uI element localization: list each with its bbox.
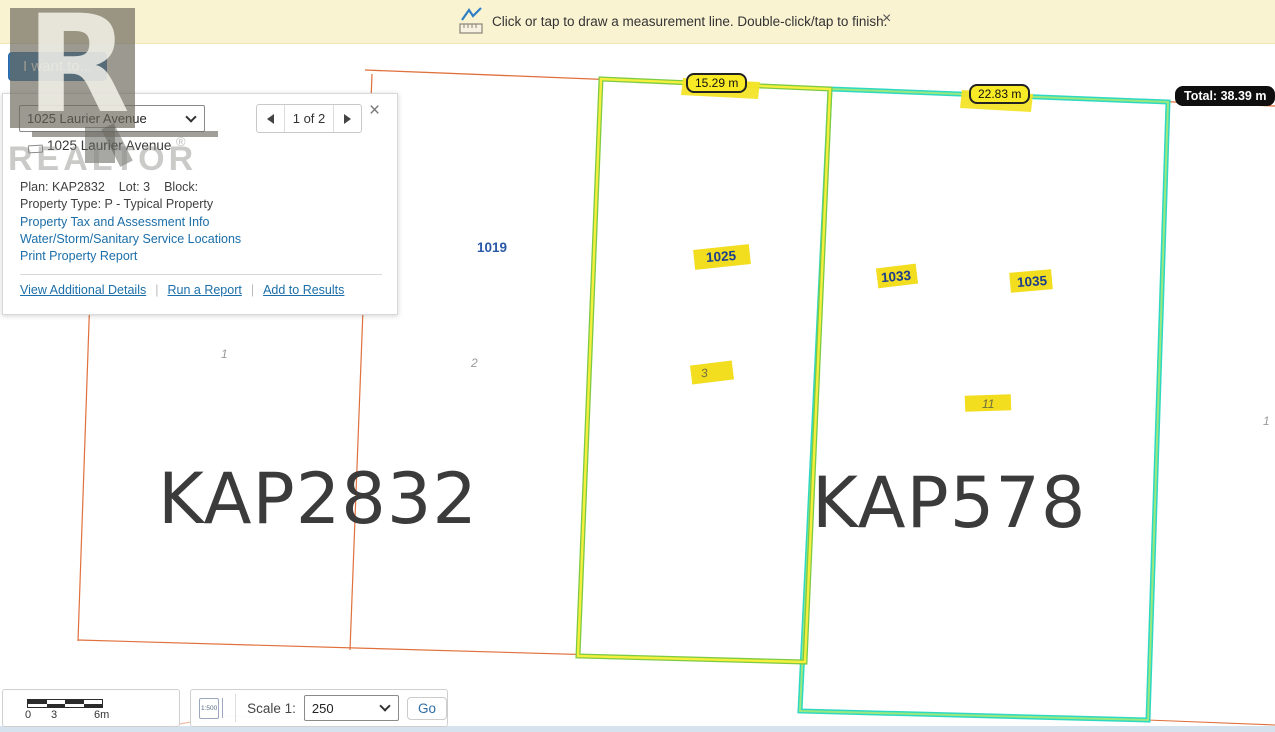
banner-close-icon[interactable]: × [882, 11, 891, 27]
scale-control-widget: 1:500 Scale 1: 250 Go [190, 689, 448, 727]
i-want-to-button[interactable]: I want to... [8, 52, 107, 81]
ibeam-icon [222, 698, 226, 718]
measurement-banner: Click or tap to draw a measurement line.… [0, 0, 1275, 44]
lot-value: Lot: 3 [119, 180, 150, 194]
address-label-1035: 1035 [1017, 273, 1048, 290]
plan-label-kap578: KAP578 [812, 462, 1086, 544]
chevron-down-icon [379, 700, 390, 711]
measurement-label-segment2: 22.83 m [969, 84, 1030, 104]
parcel-feature-icon [28, 145, 43, 154]
link-property-tax[interactable]: Property Tax and Assessment Info [20, 215, 209, 229]
address-label-1033: 1033 [880, 268, 911, 286]
address-label-1025: 1025 [706, 248, 737, 265]
panel-close-icon[interactable]: × [369, 101, 380, 120]
scale-select-value: 250 [305, 701, 377, 716]
panel-divider [20, 274, 382, 275]
scale-go-button[interactable]: Go [407, 697, 447, 720]
scale-ratio-icon[interactable]: 1:500 [199, 698, 226, 719]
block-value: Block: [164, 180, 198, 194]
map-viewport[interactable]: KAP2832 KAP578 1019 1025 1033 1035 1 2 3… [0, 0, 1275, 732]
property-title: 1025 Laurier Avenue [47, 138, 171, 153]
boundary-line [1147, 720, 1275, 725]
panel-footer-links: View Additional Details | Run a Report |… [20, 283, 344, 297]
scalebar-tick-6m: 6m [94, 709, 109, 721]
result-selector-dropdown[interactable]: 1025 Laurier Avenue [19, 105, 205, 132]
scalebar-tick-3: 3 [51, 709, 57, 721]
scale-label: Scale 1: [247, 701, 296, 716]
plan-value: Plan: KAP2832 [20, 180, 105, 194]
pager-label: 1 of 2 [285, 105, 333, 132]
arrow-left-icon [267, 114, 274, 124]
scalebar-widget: 0 3 6m [2, 689, 180, 727]
link-water-service[interactable]: Water/Storm/Sanitary Service Locations [20, 232, 241, 246]
measurement-label-segment1: 15.29 m [686, 73, 747, 93]
result-selector-value: 1025 Laurier Avenue [20, 111, 183, 126]
lot-label-2: 2 [471, 356, 478, 370]
footer-separator: | [155, 283, 158, 297]
plan-label-kap2832: KAP2832 [158, 458, 478, 540]
lot-label-right-1: 1 [1263, 414, 1270, 428]
pager-next-button[interactable] [333, 105, 361, 132]
measure-tool-icon [458, 7, 486, 37]
footer-separator: | [251, 283, 254, 297]
lot-label-11: 11 [982, 397, 994, 411]
link-print-report[interactable]: Print Property Report [20, 249, 137, 263]
link-add-to-results[interactable]: Add to Results [263, 283, 344, 297]
lot-label-1: 1 [221, 347, 228, 361]
scale-select[interactable]: 250 [304, 695, 399, 721]
link-view-additional-details[interactable]: View Additional Details [20, 283, 146, 297]
banner-message: Click or tap to draw a measurement line.… [492, 14, 887, 29]
property-info-panel: 1025 Laurier Avenue 1 of 2 × 1025 Laurie… [2, 93, 398, 315]
property-type-row: Property Type: P - Typical Property [20, 197, 213, 211]
scalebar-graphic [27, 699, 103, 708]
pager-previous-button[interactable] [257, 105, 285, 132]
link-run-a-report[interactable]: Run a Report [167, 283, 241, 297]
result-pager: 1 of 2 [256, 104, 362, 133]
arrow-right-icon [344, 114, 351, 124]
measurement-total-label: Total: 38.39 m [1175, 86, 1275, 106]
address-label-1019: 1019 [477, 240, 507, 255]
plan-lot-block-row: Plan: KAP2832 Lot: 3 Block: [20, 180, 212, 194]
lot-label-3: 3 [700, 366, 708, 381]
toolbar-divider [235, 694, 236, 722]
chevron-down-icon [185, 111, 196, 122]
scalebar-tick-0: 0 [25, 709, 31, 721]
